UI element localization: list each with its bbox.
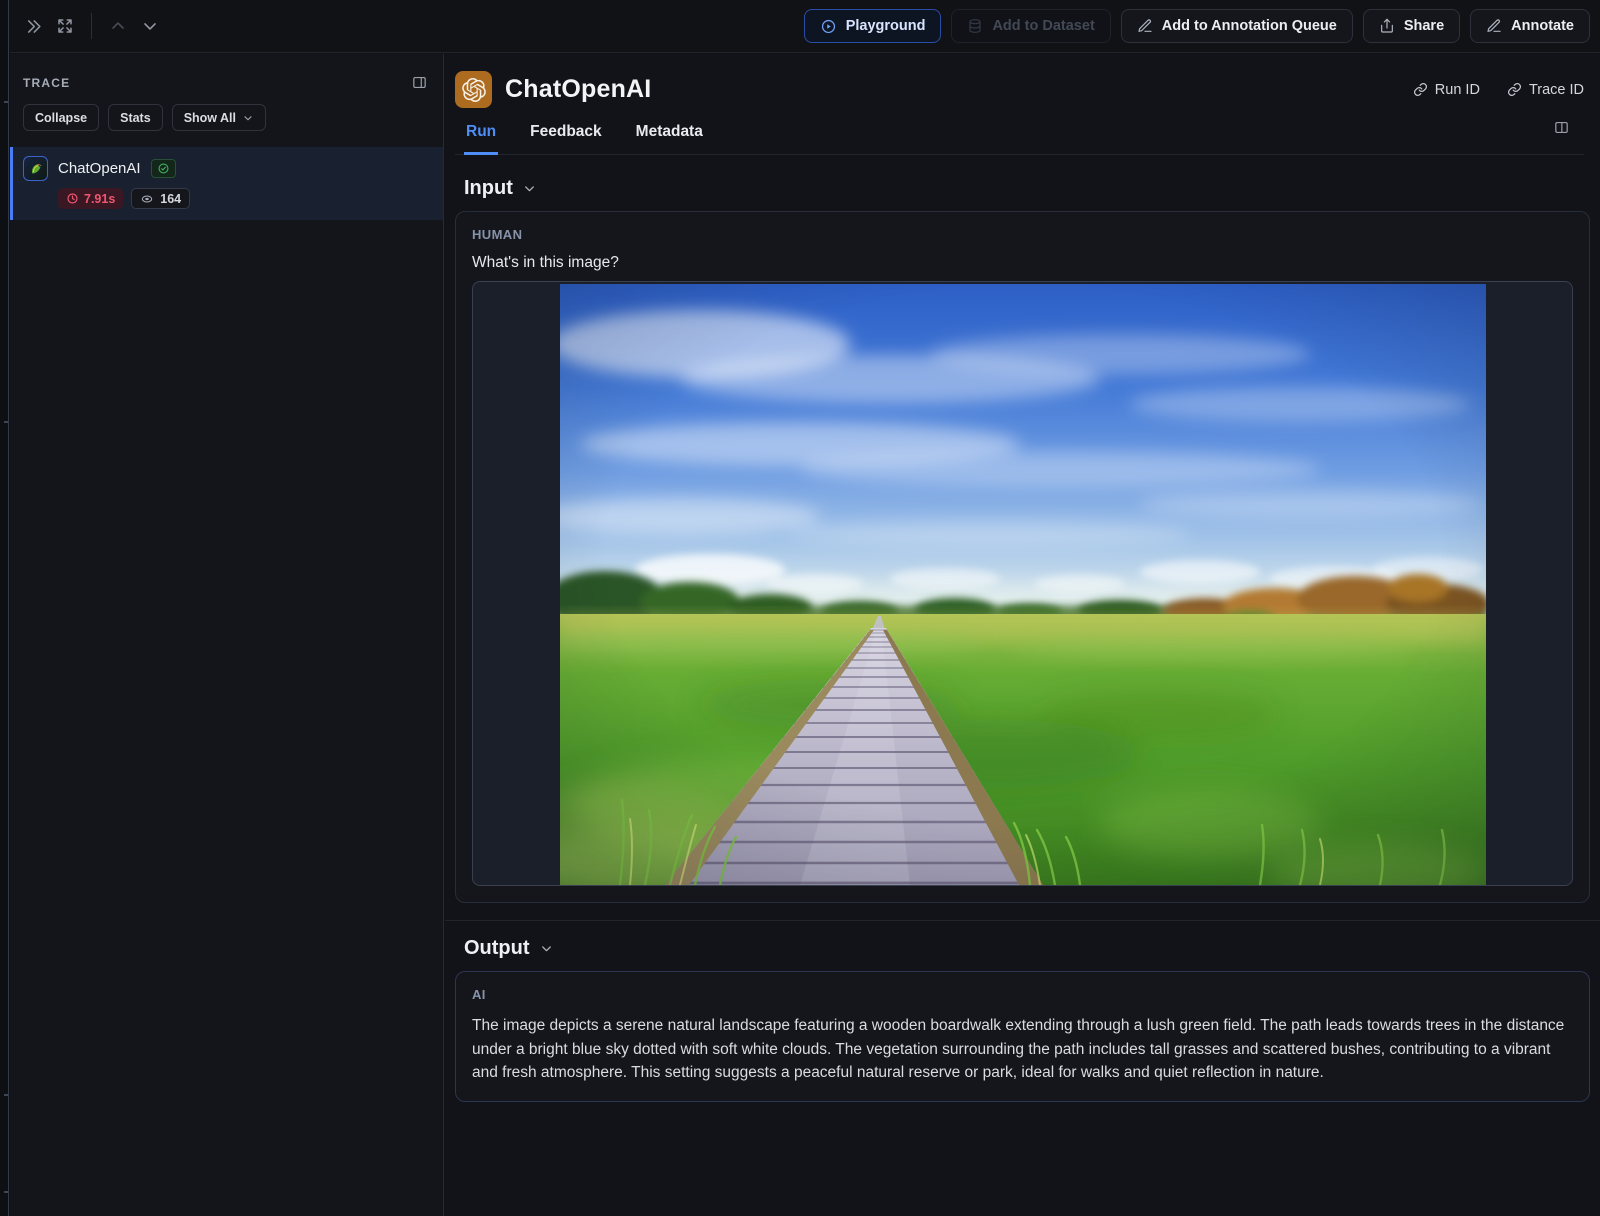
openai-logo-icon [455, 71, 492, 108]
input-section-header[interactable]: Input [464, 177, 1590, 200]
check-circle-icon [157, 162, 170, 175]
chevron-up-icon [108, 16, 128, 36]
toolbar-actions: Playground Add to Dataset Add to Annotat… [803, 9, 1590, 43]
share-icon [1379, 18, 1395, 34]
trace-item-metrics: 7.91s 164 [58, 188, 431, 209]
collapse-label: Collapse [35, 110, 88, 125]
fullscreen-button[interactable] [50, 11, 80, 41]
add-to-annotation-queue-button[interactable]: Add to Annotation Queue [1120, 9, 1353, 43]
trace-item-main-row: ChatOpenAI [23, 156, 431, 181]
run-title-row: ChatOpenAI Run ID Trace ID [455, 71, 1584, 108]
database-icon [967, 18, 983, 34]
output-section-header[interactable]: Output [464, 937, 1590, 960]
trace-filters: Collapse Stats Show All [10, 104, 443, 131]
page-title: ChatOpenAI [505, 75, 652, 103]
link-icon [1413, 82, 1428, 97]
section-divider [445, 920, 1600, 921]
clock-icon [66, 192, 79, 205]
token-icon [140, 192, 154, 206]
collapsed-panel-strip [0, 0, 9, 1216]
trace-nav-controls [18, 11, 165, 41]
trace-id-link[interactable]: Trace ID [1507, 82, 1584, 98]
playground-button[interactable]: Playground [803, 9, 942, 43]
input-card: HUMAN What's in this image? [455, 211, 1590, 903]
status-success-badge [150, 159, 176, 178]
panel-split-icon [1553, 119, 1570, 136]
id-links: Run ID Trace ID [1413, 82, 1584, 98]
boardwalk-photo [559, 284, 1486, 885]
chevron-down-icon [522, 181, 537, 196]
run-detail-panel: ChatOpenAI Run ID Trace ID Run Feedback … [445, 54, 1600, 1216]
chevron-down-icon [242, 112, 254, 124]
strip-tick [4, 421, 8, 423]
input-role-label: HUMAN [472, 227, 523, 242]
top-toolbar: Playground Add to Dataset Add to Annotat… [10, 0, 1600, 53]
run-header: ChatOpenAI Run ID Trace ID Run Feedback … [445, 54, 1600, 155]
strip-tick [4, 101, 8, 103]
input-message-text: What's in this image? [472, 254, 619, 271]
latency-value: 7.91s [84, 191, 116, 206]
annotate-button[interactable]: Annotate [1470, 9, 1590, 43]
link-icon [1507, 82, 1522, 97]
collapse-button[interactable]: Collapse [23, 104, 100, 131]
double-chevron-right-icon [24, 17, 43, 36]
trace-id-label: Trace ID [1528, 81, 1584, 98]
strip-tick [4, 1191, 8, 1193]
token-count-badge: 164 [131, 188, 191, 209]
toolbar-divider [91, 13, 92, 39]
panel-right-icon [411, 74, 428, 91]
collapse-panel-button[interactable] [18, 11, 48, 41]
tab-run[interactable]: Run [464, 123, 499, 155]
strip-tick [4, 1094, 8, 1096]
chevron-down-icon [539, 941, 554, 956]
annotate-label: Annotate [1511, 18, 1574, 34]
run-id-label: Run ID [1434, 81, 1480, 98]
input-heading: Input [464, 177, 513, 199]
langchain-parrot-icon [23, 156, 48, 181]
stats-label: Stats [120, 110, 151, 125]
chevron-down-icon [140, 16, 160, 36]
tab-feedback[interactable]: Feedback [528, 123, 604, 155]
sidebar-layout-button[interactable] [411, 74, 428, 91]
share-button[interactable]: Share [1362, 9, 1461, 43]
previous-run-button[interactable] [103, 11, 133, 41]
detail-layout-button[interactable] [1553, 119, 1570, 136]
show-all-label: Show All [183, 110, 237, 125]
play-circle-icon [820, 18, 837, 35]
add-to-dataset-label: Add to Dataset [992, 18, 1095, 34]
output-card: AI The image depicts a serene natural la… [455, 971, 1590, 1102]
add-to-dataset-button[interactable]: Add to Dataset [951, 9, 1111, 43]
expand-icon [56, 17, 74, 35]
run-tabs: Run Feedback Metadata [455, 121, 1584, 155]
output-role-label: AI [472, 987, 486, 1002]
trace-sidebar: TRACE Collapse Stats Show All ChatOpenAI… [10, 54, 444, 1216]
trace-item-name: ChatOpenAI [58, 160, 141, 177]
pencil-line-icon [1137, 18, 1153, 34]
next-run-button[interactable] [135, 11, 165, 41]
tab-metadata[interactable]: Metadata [634, 123, 705, 155]
share-label: Share [1403, 18, 1445, 34]
run-id-link[interactable]: Run ID [1413, 82, 1480, 98]
output-message-text: The image depicts a serene natural lands… [472, 1017, 1565, 1081]
trace-tree-item-chatopenai[interactable]: ChatOpenAI 7.91s 164 [10, 147, 443, 220]
trace-header: TRACE [10, 54, 443, 104]
input-image-panel [472, 281, 1573, 886]
playground-label: Playground [845, 18, 926, 34]
show-all-dropdown[interactable]: Show All [171, 104, 267, 131]
add-to-annotation-queue-label: Add to Annotation Queue [1161, 18, 1337, 34]
latency-badge: 7.91s [58, 188, 124, 209]
run-content: Input HUMAN What's in this image? Output… [445, 177, 1600, 1102]
trace-panel-title: TRACE [23, 75, 71, 90]
token-count-value: 164 [160, 191, 182, 206]
stats-button[interactable]: Stats [108, 104, 163, 131]
output-heading: Output [464, 937, 530, 959]
pencil-icon [1486, 18, 1502, 34]
